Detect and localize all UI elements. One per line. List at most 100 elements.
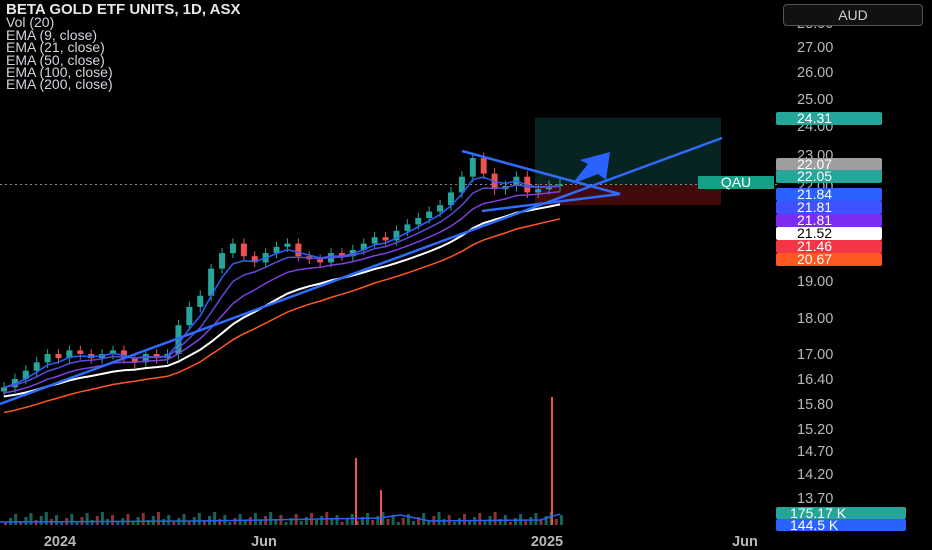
volume-bar <box>70 514 74 525</box>
volume-bar <box>304 517 308 525</box>
volume-bar <box>55 515 58 525</box>
y-tick-label: 16.40 <box>797 372 833 388</box>
x-tick-label: Jun <box>251 534 277 550</box>
volume-bar <box>60 522 64 525</box>
volume-bar <box>447 515 451 525</box>
volume-bar <box>284 522 288 525</box>
candle-body <box>219 253 226 269</box>
volume-bar <box>396 522 400 525</box>
volume-bar <box>437 512 441 525</box>
candle-body <box>1 387 7 392</box>
volume-bar <box>39 516 43 525</box>
y-tick-label: 26.00 <box>797 65 833 81</box>
candle-body <box>480 158 487 174</box>
x-tick-label: 2025 <box>531 534 563 550</box>
volume-bar <box>366 513 370 525</box>
y-tick-label: 19.00 <box>797 274 833 290</box>
volume-bar <box>335 515 339 525</box>
candle-body <box>229 243 236 254</box>
volume-spike <box>355 458 357 525</box>
y-tick-label: 15.80 <box>797 397 833 413</box>
volume-bar <box>299 521 303 525</box>
volume-bar <box>116 522 120 525</box>
candle-body <box>284 243 291 247</box>
volume-bar <box>493 512 497 525</box>
x-tick-label: Jun <box>732 534 758 550</box>
price-tag-label: 20.67 <box>797 251 832 267</box>
legend-ema-200: EMA (200, close) <box>6 76 113 93</box>
volume-bar <box>412 521 415 525</box>
volume-bar <box>508 522 512 525</box>
volume-bar <box>524 521 528 525</box>
volume-tag-label: 144.5 K <box>790 517 839 533</box>
candle-body <box>317 259 324 263</box>
volume-bar <box>29 513 33 525</box>
volume-bars <box>0 397 563 525</box>
candle-body <box>426 211 433 218</box>
volume-bar <box>167 515 171 525</box>
y-tick-label: 14.70 <box>797 444 833 460</box>
y-tick-label: 14.20 <box>797 467 833 483</box>
candle-body <box>371 237 378 244</box>
volume-bar <box>162 519 166 525</box>
price-tag-label: 24.31 <box>797 110 832 126</box>
volume-bar <box>233 518 237 525</box>
volume-bar <box>534 513 538 525</box>
volume-bar <box>529 517 533 525</box>
candle-body <box>33 362 40 371</box>
volume-bar <box>172 522 176 525</box>
volume-bar <box>371 520 375 525</box>
volume-bar <box>452 522 456 525</box>
volume-bar <box>85 513 89 525</box>
volume-bar <box>197 513 201 525</box>
volume-spike <box>380 490 382 525</box>
y-tick-label: 27.00 <box>797 40 833 56</box>
volume-bar <box>218 519 222 525</box>
volume-bar <box>182 514 186 525</box>
volume-bar <box>243 521 247 525</box>
volume-bar <box>126 514 130 525</box>
volume-bar <box>478 513 482 525</box>
volume-bar <box>269 512 273 525</box>
volume-bar <box>157 512 160 525</box>
volume-bar <box>253 513 257 525</box>
candle-body <box>77 350 84 354</box>
candle-body <box>415 218 422 225</box>
y-tick-label: 17.00 <box>797 347 833 363</box>
volume-bar <box>463 514 466 525</box>
volume-bar <box>330 519 334 525</box>
volume-bar <box>111 515 115 525</box>
candle-body <box>186 306 193 326</box>
price-tag-label: 22.05 <box>797 168 832 184</box>
y-tick-label: 18.00 <box>797 311 833 327</box>
currency-selector[interactable]: AUD <box>783 4 923 26</box>
candle-body <box>44 354 51 363</box>
candle-body <box>535 189 542 193</box>
candle-body <box>469 158 476 177</box>
time-axis: 2024 Jun 2025 Jun <box>44 534 758 550</box>
chart-legend: BETA GOLD ETF UNITS, 1D, ASX Vol (20) EM… <box>6 2 240 93</box>
candle-body <box>437 205 444 212</box>
volume-bar <box>14 514 18 525</box>
volume-bar <box>100 512 104 525</box>
volume-bar <box>468 521 472 525</box>
candle-body <box>197 295 204 307</box>
target-zone <box>535 117 721 185</box>
candle-body <box>240 243 247 257</box>
candle-body <box>55 354 62 359</box>
ema50-line <box>3 190 561 394</box>
volume-bar <box>95 516 99 525</box>
volume-bar <box>238 514 242 525</box>
volume-bar <box>141 513 145 525</box>
volume-bar <box>442 519 446 525</box>
volume-bar <box>44 512 48 525</box>
volume-bar <box>90 520 94 525</box>
trade-zones <box>0 117 780 206</box>
candle-body <box>382 237 389 241</box>
volume-bar <box>340 522 344 525</box>
volume-bar <box>24 517 28 525</box>
x-tick-label: 2024 <box>44 534 76 550</box>
y-tick-label: 15.20 <box>797 422 833 438</box>
volume-bar <box>386 519 390 525</box>
volume-bar <box>554 519 558 525</box>
